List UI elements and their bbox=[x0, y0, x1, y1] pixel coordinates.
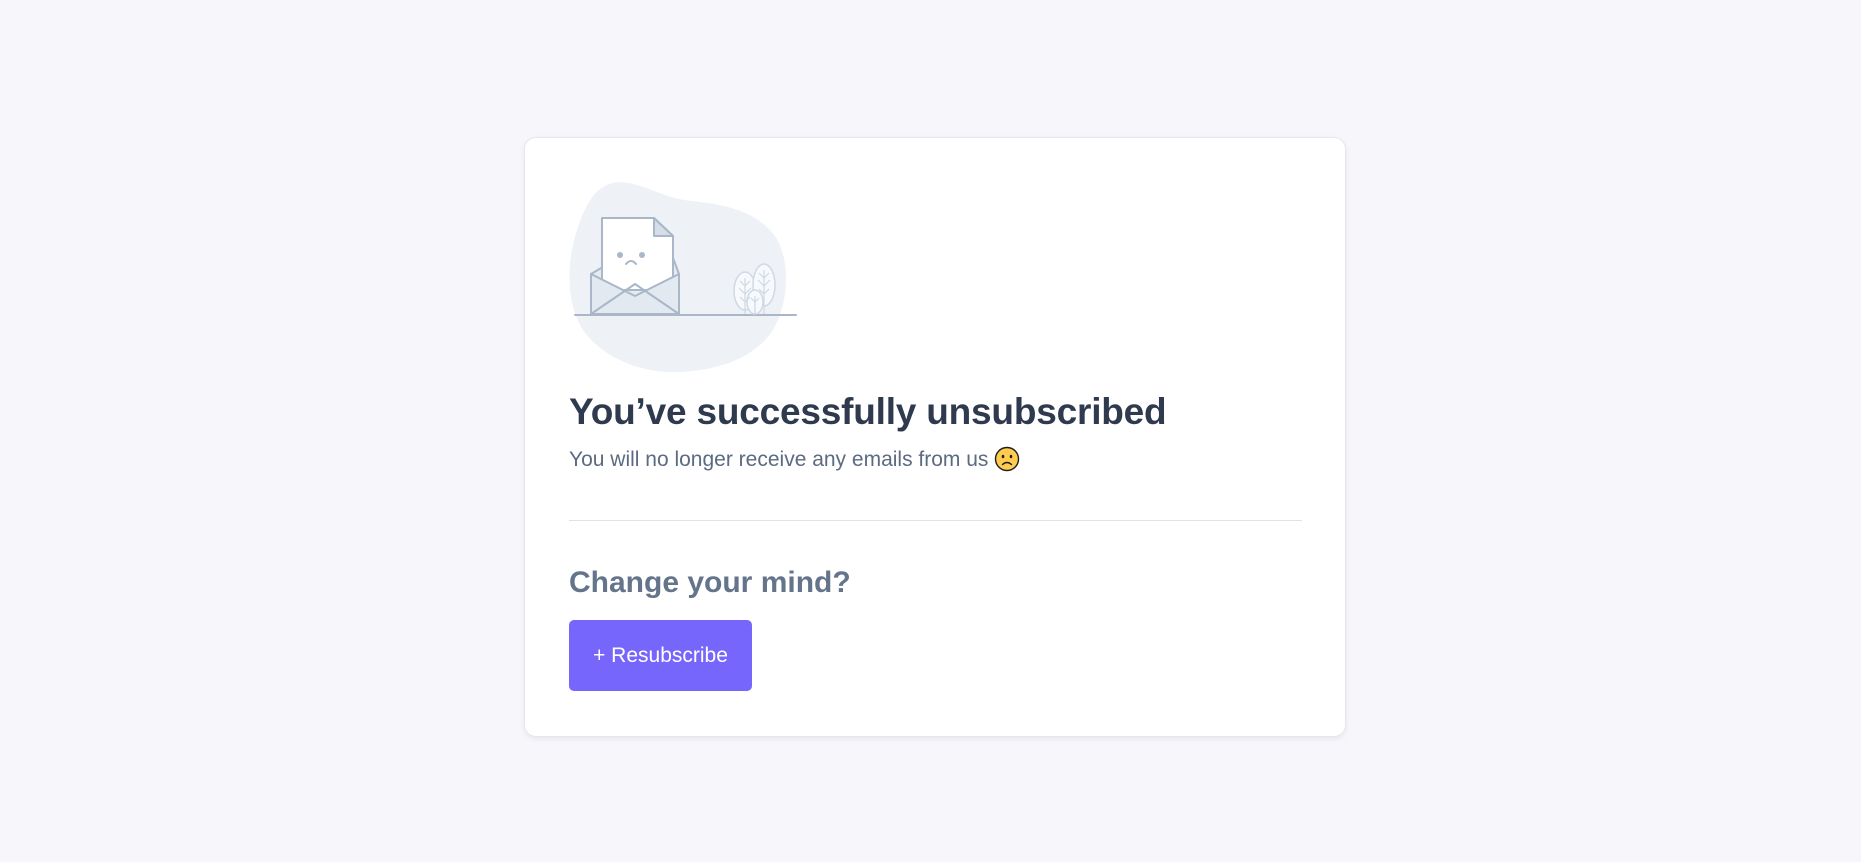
resubscribe-button[interactable]: + Resubscribe bbox=[569, 620, 752, 691]
unsubscribe-message-text: You will no longer receive any emails fr… bbox=[569, 448, 989, 471]
section-divider bbox=[569, 520, 1302, 521]
slightly-frowning-face-emoji bbox=[995, 446, 1020, 472]
unsubscribe-card: You’ve successfully unsubscribed You wil… bbox=[524, 137, 1346, 737]
unsubscribe-message: You will no longer receive any emails fr… bbox=[569, 446, 1020, 473]
sad-envelope-illustration bbox=[569, 182, 797, 373]
page-title: You’ve successfully unsubscribed bbox=[569, 391, 1167, 432]
change-mind-heading: Change your mind? bbox=[569, 566, 851, 599]
